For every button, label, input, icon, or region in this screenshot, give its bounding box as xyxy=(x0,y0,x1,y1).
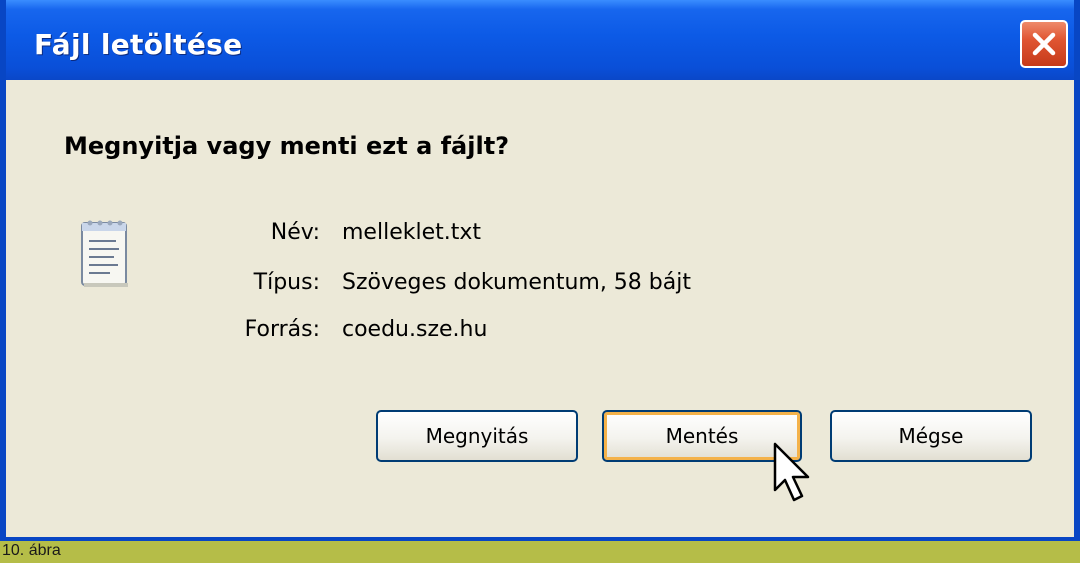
text-file-icon xyxy=(76,215,136,299)
dialog-title: Fájl letöltése xyxy=(34,28,243,61)
mouse-cursor-icon xyxy=(773,442,810,502)
figure-caption: 10. ábra xyxy=(2,542,61,559)
dialog-body: Megnyitja vagy menti ezt a fájlt? Név: m… xyxy=(6,80,1074,537)
download-dialog: Fájl letöltése Megnyitja vagy menti ezt … xyxy=(0,0,1080,541)
dialog-question: Megnyitja vagy menti ezt a fájlt? xyxy=(64,132,510,160)
close-button[interactable] xyxy=(1020,20,1068,68)
file-source-label: Forrás: xyxy=(244,317,320,342)
file-type-label: Típus: xyxy=(253,270,320,295)
file-name-value: melleklet.txt xyxy=(342,220,482,245)
title-bar[interactable]: Fájl letöltése xyxy=(6,0,1074,80)
cancel-button[interactable]: Mégse xyxy=(830,410,1032,462)
open-button[interactable]: Megnyitás xyxy=(376,410,578,462)
file-source-value: coedu.sze.hu xyxy=(342,317,488,342)
file-type-value: Szöveges dokumentum, 58 bájt xyxy=(342,270,691,295)
file-name-label: Név: xyxy=(270,220,320,245)
close-icon xyxy=(1032,32,1056,56)
